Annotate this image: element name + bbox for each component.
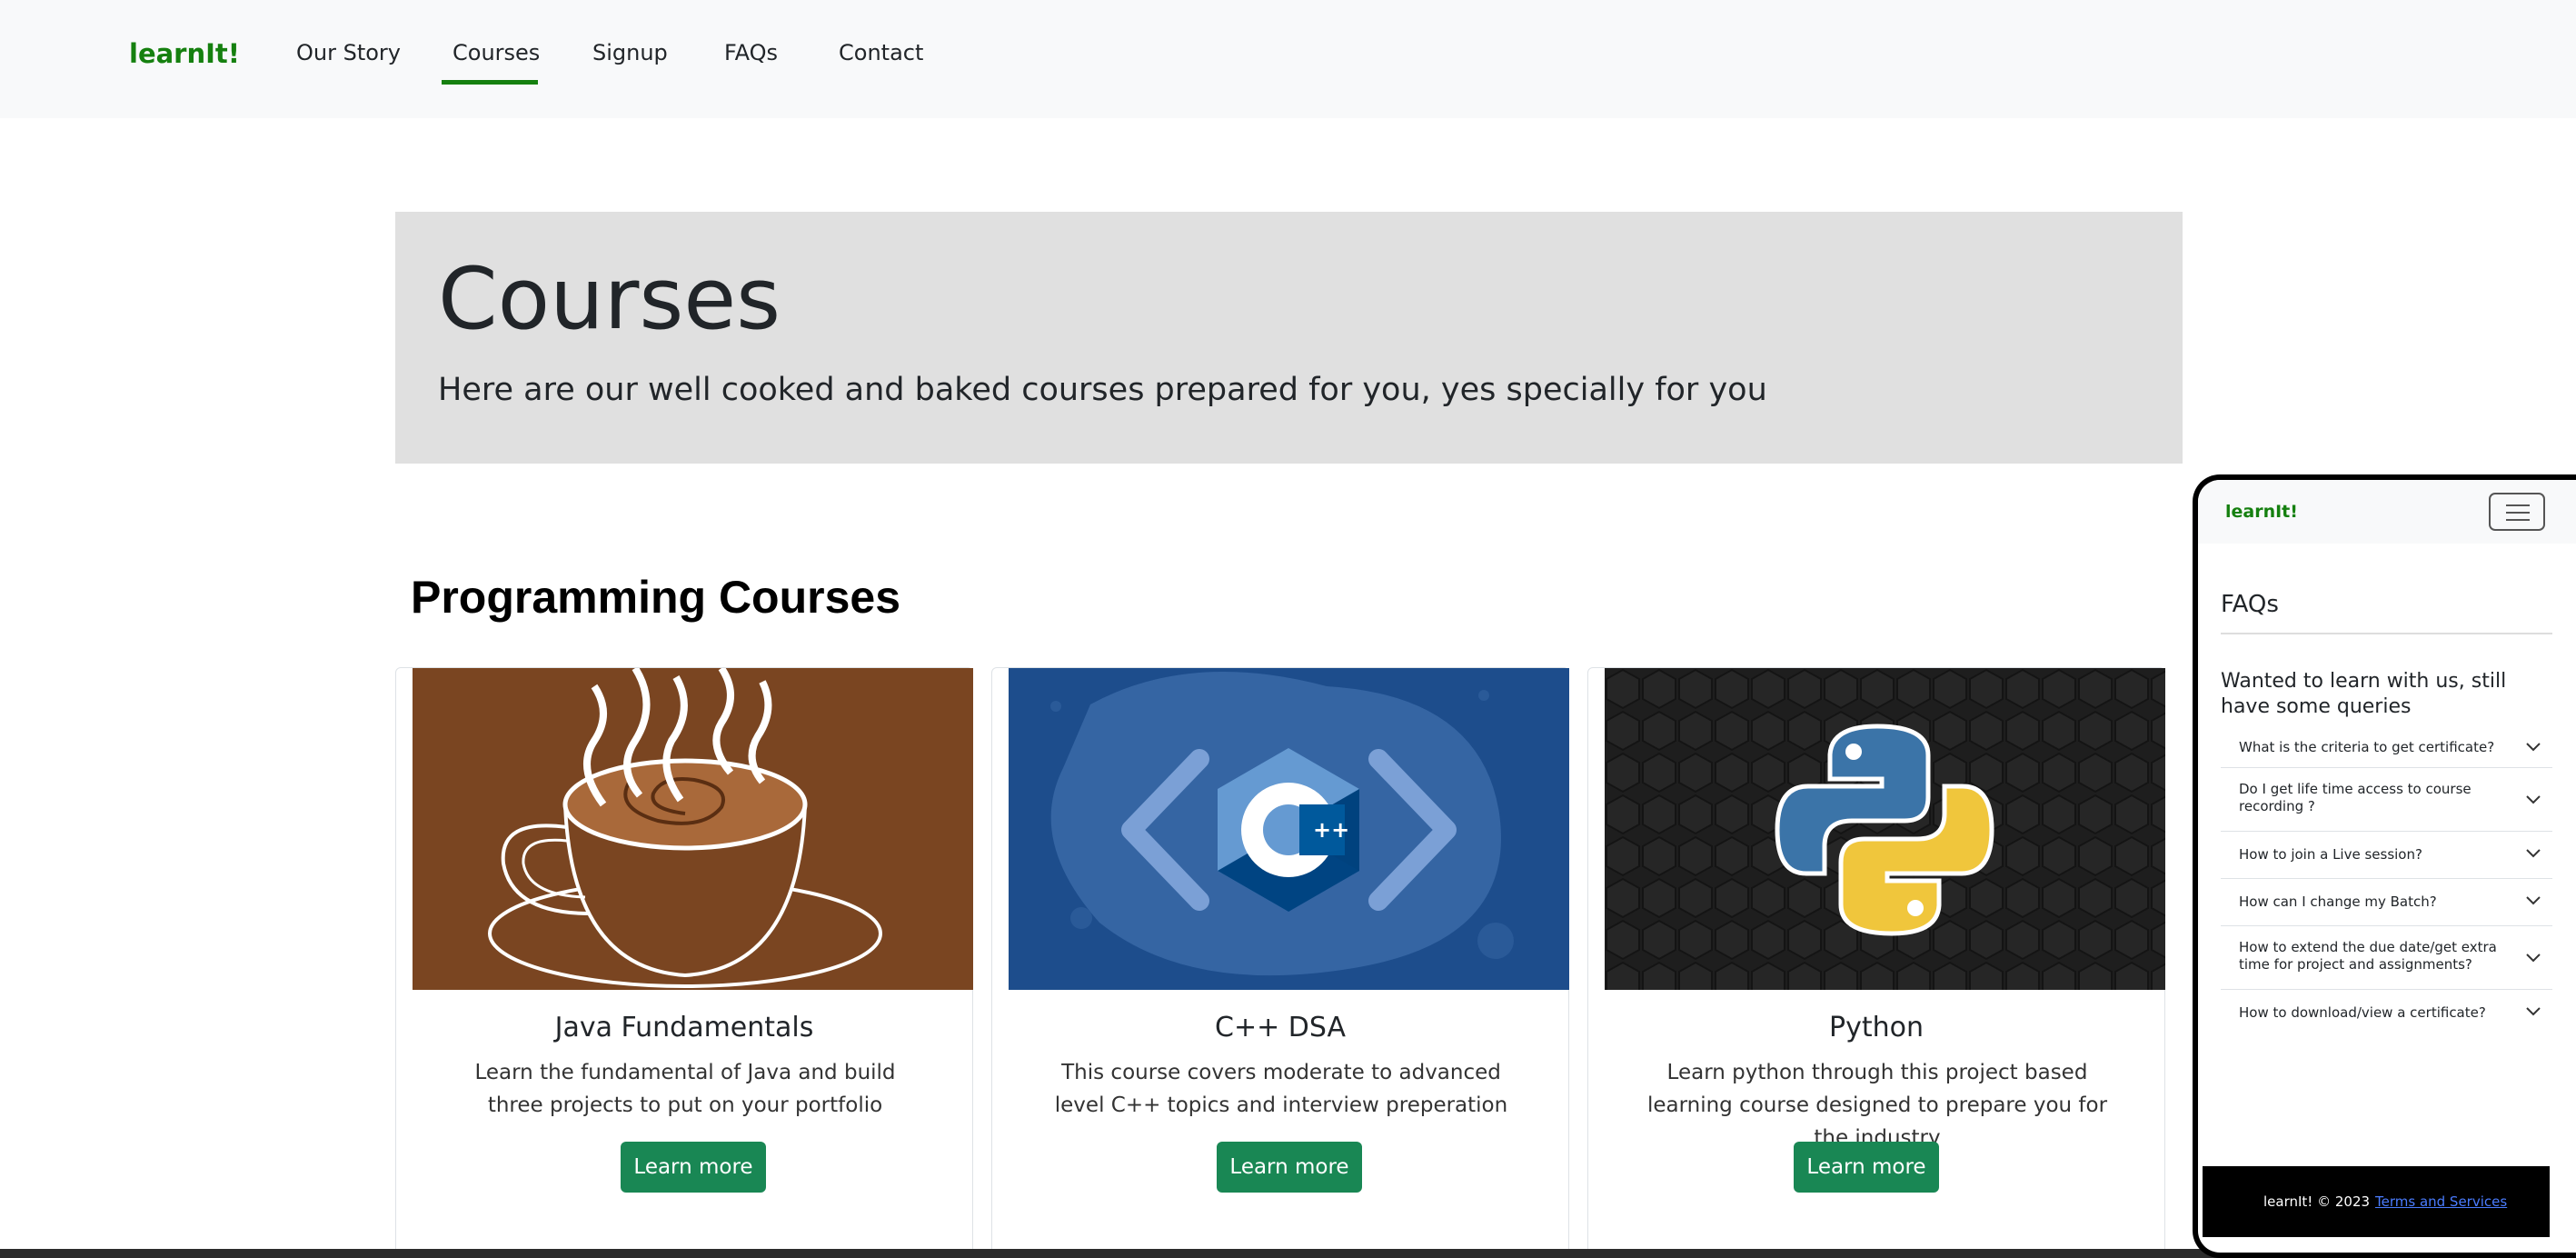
- nav-our-story[interactable]: Our Story: [296, 40, 401, 65]
- mobile-brand-logo[interactable]: learnIt!: [2225, 502, 2298, 522]
- faq-item[interactable]: How can I change my Batch?: [2221, 879, 2552, 926]
- mobile-preview: learnIt! FAQs Wanted to learn with us, s…: [2193, 474, 2576, 1258]
- chevron-down-icon: [2526, 795, 2541, 804]
- learn-more-button[interactable]: Learn more: [1217, 1142, 1362, 1193]
- course-card-python: Python Learn python through this project…: [1587, 667, 2165, 1258]
- learn-more-button[interactable]: Learn more: [1794, 1142, 1939, 1193]
- cpp-logo-image: ++: [1009, 668, 1569, 990]
- chevron-down-icon: [2526, 1007, 2541, 1016]
- course-title: Java Fundamentals: [554, 1012, 814, 1043]
- course-card-cpp: ++ C++ DSA This course covers moderate t…: [991, 667, 1569, 1258]
- course-card-java: Java Fundamentals Learn the fundamental …: [395, 667, 973, 1258]
- course-description: Learn the fundamental of Java and build …: [474, 1061, 896, 1117]
- faq-question: How to join a Live session?: [2239, 846, 2422, 863]
- mobile-footer: learnIt! © 2023 Terms and Services: [2203, 1166, 2550, 1237]
- course-title: Python: [1829, 1012, 1924, 1043]
- coffee-cup-image: [413, 668, 973, 990]
- page-subtitle: Here are our well cooked and baked cours…: [438, 372, 1767, 408]
- bottom-border: [0, 1249, 2576, 1258]
- chevron-down-icon: [2526, 849, 2541, 858]
- brand-logo[interactable]: learnIt!: [129, 38, 240, 69]
- section-title: Programming Courses: [411, 572, 901, 623]
- copyright-text: learnIt! © 2023: [2263, 1193, 2371, 1210]
- divider: [2221, 633, 2552, 634]
- faq-item[interactable]: What is the criteria to get certificate?: [2221, 728, 2552, 768]
- chevron-down-icon: [2526, 743, 2541, 752]
- faq-title: FAQs: [2221, 591, 2279, 618]
- top-navbar: learnIt! Our Story Courses Signup FAQs C…: [0, 0, 2576, 118]
- faq-heading: Wanted to learn with us, still have some…: [2221, 670, 2507, 718]
- faq-item[interactable]: How to download/view a certificate?: [2221, 990, 2552, 1037]
- nav-faqs[interactable]: FAQs: [724, 40, 778, 65]
- mobile-navbar: learnIt!: [2198, 480, 2576, 544]
- svg-text:++: ++: [1313, 817, 1349, 843]
- course-description: Learn python through this project based …: [1646, 1061, 2108, 1150]
- python-logo-image: [1605, 668, 2165, 990]
- nav-courses[interactable]: Courses: [453, 40, 540, 65]
- faq-item[interactable]: How to join a Live session?: [2221, 832, 2552, 879]
- page-title: Courses: [438, 250, 781, 349]
- faq-question: How to download/view a certificate?: [2239, 1004, 2486, 1021]
- course-title: C++ DSA: [1215, 1012, 1346, 1043]
- chevron-down-icon: [2526, 896, 2541, 905]
- faq-question: What is the criteria to get certificate?: [2239, 739, 2495, 755]
- active-nav-indicator: [442, 80, 538, 85]
- faq-item[interactable]: Do I get life time access to course reco…: [2221, 768, 2552, 832]
- hero-banner: Courses Here are our well cooked and bak…: [395, 212, 2183, 464]
- nav-contact[interactable]: Contact: [839, 40, 923, 65]
- hamburger-menu-icon[interactable]: [2489, 493, 2545, 531]
- chevron-down-icon: [2526, 953, 2541, 963]
- faq-item[interactable]: How to extend the due date/get extra tim…: [2221, 926, 2552, 990]
- terms-link[interactable]: Terms and Services: [2375, 1193, 2507, 1210]
- nav-signup[interactable]: Signup: [592, 40, 668, 65]
- course-description: This course covers moderate to advanced …: [1054, 1061, 1508, 1117]
- faq-question: How to extend the due date/get extra tim…: [2239, 939, 2497, 973]
- faq-question: How can I change my Batch?: [2239, 894, 2437, 910]
- faq-question: Do I get life time access to course reco…: [2239, 781, 2472, 814]
- learn-more-button[interactable]: Learn more: [621, 1142, 766, 1193]
